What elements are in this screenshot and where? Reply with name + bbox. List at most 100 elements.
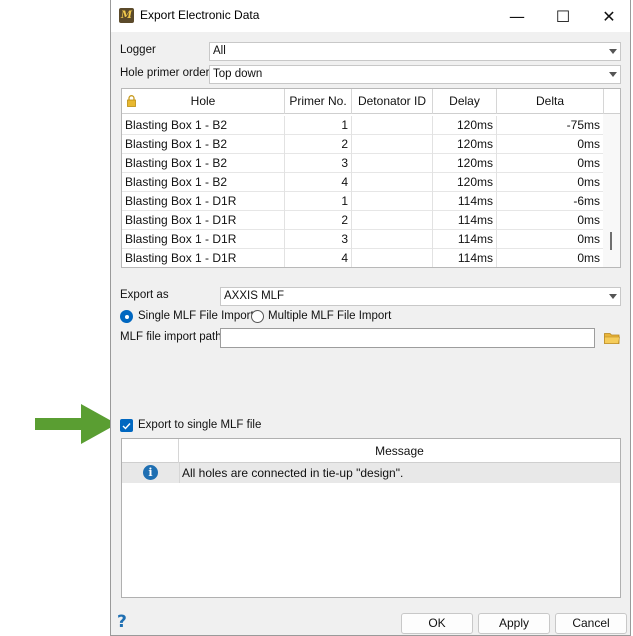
- cell-hole: Blasting Box 1 - D1R: [122, 192, 285, 211]
- close-button[interactable]: ✕: [586, 0, 632, 32]
- icon-column-header: [122, 439, 179, 463]
- cell-delta: 0ms: [497, 154, 604, 173]
- cell-delta: 0ms: [497, 211, 604, 230]
- cell-delta: 0ms: [497, 135, 604, 154]
- export-dialog: M Export Electronic Data — ☐ ✕ Logger Al…: [110, 0, 631, 636]
- cell-hole: Blasting Box 1 - B2: [122, 173, 285, 192]
- logger-value: All: [213, 45, 226, 57]
- cell-primer-no: 3: [285, 230, 352, 249]
- table-row[interactable]: Blasting Box 1 - D1R 3 114ms 0ms: [122, 230, 604, 249]
- cell-detonator-id[interactable]: [352, 173, 433, 192]
- table-row[interactable]: Blasting Box 1 - B2 2 120ms 0ms: [122, 135, 604, 154]
- single-mlf-file-checkbox[interactable]: [120, 419, 133, 432]
- cell-hole: Blasting Box 1 - B2: [122, 154, 285, 173]
- multiple-mlf-radio[interactable]: [251, 310, 264, 323]
- cell-hole: Blasting Box 1 - D1R: [122, 211, 285, 230]
- hole-primer-order-select[interactable]: Top down: [209, 65, 621, 84]
- cell-primer-no: 4: [285, 173, 352, 192]
- single-mlf-file-checkbox-label[interactable]: Export to single MLF file: [138, 419, 261, 431]
- green-arrow-icon: [35, 404, 117, 444]
- cell-primer-no: 2: [285, 211, 352, 230]
- apply-button[interactable]: Apply: [478, 613, 550, 634]
- cell-delay: 120ms: [433, 135, 497, 154]
- table-row[interactable]: Blasting Box 1 - D1R 4 114ms 0ms: [122, 249, 604, 267]
- cell-delta: -75ms: [497, 116, 604, 135]
- cell-delta: -6ms: [497, 192, 604, 211]
- cancel-button[interactable]: Cancel: [555, 613, 627, 634]
- cell-hole: Blasting Box 1 - D1R: [122, 249, 285, 267]
- lock-icon: [127, 95, 136, 107]
- single-mlf-radio[interactable]: [120, 310, 133, 323]
- export-as-value: AXXIS MLF: [224, 290, 285, 302]
- cell-detonator-id[interactable]: [352, 211, 433, 230]
- multiple-mlf-radio-label[interactable]: Multiple MLF File Import: [268, 310, 391, 322]
- mlf-path-input[interactable]: [220, 328, 595, 348]
- chevron-down-icon: [609, 294, 617, 299]
- maximize-button[interactable]: ☐: [540, 0, 586, 32]
- cell-hole: Blasting Box 1 - D1R: [122, 230, 285, 249]
- chevron-down-icon: [609, 72, 617, 77]
- scrollbar-thumb[interactable]: [610, 232, 612, 250]
- table-row[interactable]: Blasting Box 1 - B2 3 120ms 0ms: [122, 154, 604, 173]
- window-title: Export Electronic Data: [140, 8, 260, 22]
- cell-delay: 114ms: [433, 249, 497, 267]
- chevron-down-icon: [609, 49, 617, 54]
- export-as-select[interactable]: AXXIS MLF: [220, 287, 621, 306]
- table-header: Hole Primer No. Detonator ID Delay Delta: [122, 89, 620, 114]
- hole-primer-order-label: Hole primer order: [120, 67, 210, 79]
- cell-delta: 0ms: [497, 249, 604, 267]
- cell-primer-no: 1: [285, 192, 352, 211]
- message-table[interactable]: Message i All holes are connected in tie…: [121, 438, 621, 598]
- cell-delay: 120ms: [433, 154, 497, 173]
- cell-detonator-id[interactable]: [352, 249, 433, 267]
- cell-delta: 0ms: [497, 173, 604, 192]
- cell-delay: 114ms: [433, 192, 497, 211]
- single-mlf-radio-label[interactable]: Single MLF File Import: [138, 310, 254, 322]
- cell-primer-no: 4: [285, 249, 352, 267]
- table-row[interactable]: Blasting Box 1 - D1R 2 114ms 0ms: [122, 211, 604, 230]
- cell-hole: Blasting Box 1 - B2: [122, 135, 285, 154]
- cell-detonator-id[interactable]: [352, 135, 433, 154]
- column-header-delta[interactable]: Delta: [497, 89, 604, 114]
- cell-detonator-id[interactable]: [352, 192, 433, 211]
- message-table-header: Message: [122, 439, 620, 463]
- column-header-delay[interactable]: Delay: [433, 89, 497, 114]
- message-row[interactable]: i All holes are connected in tie-up "des…: [122, 463, 620, 483]
- cell-delay: 120ms: [433, 173, 497, 192]
- cell-delay: 114ms: [433, 211, 497, 230]
- table-row[interactable]: Blasting Box 1 - D1R 1 114ms -6ms: [122, 192, 604, 211]
- cell-primer-no: 2: [285, 135, 352, 154]
- column-header-hole[interactable]: Hole: [122, 89, 285, 114]
- cell-delay: 114ms: [433, 230, 497, 249]
- hole-primer-order-value: Top down: [213, 68, 263, 80]
- mlf-path-label: MLF file import path: [120, 331, 222, 343]
- primer-table[interactable]: Hole Primer No. Detonator ID Delay Delta…: [121, 88, 621, 268]
- cell-detonator-id[interactable]: [352, 154, 433, 173]
- table-row[interactable]: Blasting Box 1 - B2 1 120ms -75ms: [122, 116, 604, 135]
- app-icon: M: [119, 8, 134, 23]
- message-text: All holes are connected in tie-up "desig…: [182, 466, 404, 480]
- minimize-button[interactable]: —: [494, 0, 540, 32]
- export-as-label: Export as: [120, 289, 169, 301]
- logger-select[interactable]: All: [209, 42, 621, 61]
- cell-hole: Blasting Box 1 - B2: [122, 116, 285, 135]
- cell-detonator-id[interactable]: [352, 116, 433, 135]
- cell-delta: 0ms: [497, 230, 604, 249]
- cell-primer-no: 1: [285, 116, 352, 135]
- column-header-detonator-id[interactable]: Detonator ID: [352, 89, 433, 114]
- cell-delay: 120ms: [433, 116, 497, 135]
- help-icon[interactable]: ?: [117, 612, 127, 632]
- cell-primer-no: 3: [285, 154, 352, 173]
- column-header-message[interactable]: Message: [179, 439, 620, 463]
- column-divider: [179, 463, 180, 483]
- logger-label: Logger: [120, 44, 156, 56]
- checkmark-icon: [122, 422, 131, 430]
- cell-detonator-id[interactable]: [352, 230, 433, 249]
- title-bar: M Export Electronic Data — ☐ ✕: [111, 0, 630, 32]
- table-scrollbar[interactable]: [603, 114, 620, 267]
- folder-icon[interactable]: [604, 332, 620, 344]
- ok-button[interactable]: OK: [401, 613, 473, 634]
- info-icon: i: [143, 465, 158, 480]
- table-row[interactable]: Blasting Box 1 - B2 4 120ms 0ms: [122, 173, 604, 192]
- column-header-primer-no[interactable]: Primer No.: [285, 89, 352, 114]
